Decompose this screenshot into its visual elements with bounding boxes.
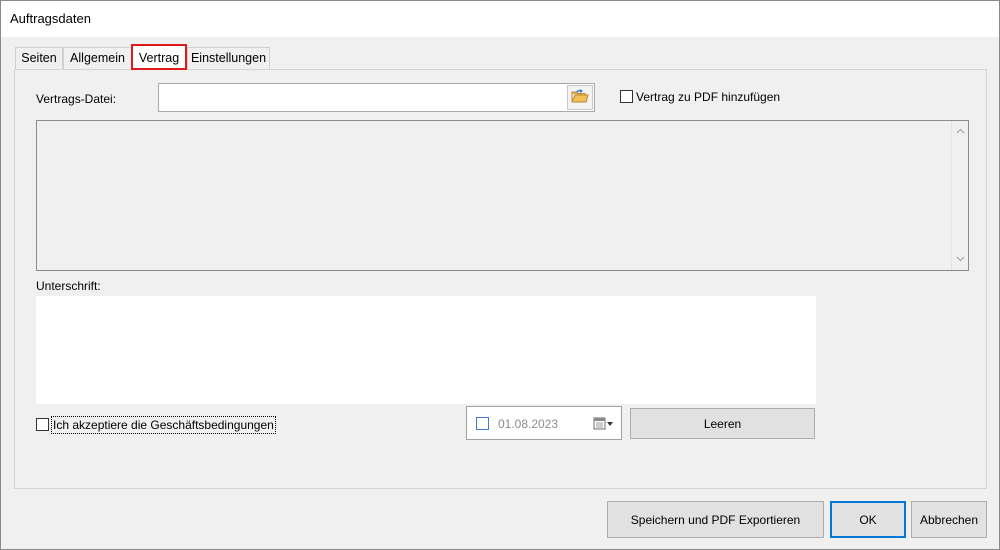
cancel-button[interactable]: Abbrechen	[911, 501, 987, 538]
scroll-down-icon[interactable]	[952, 251, 969, 268]
signature-label: Unterschrift:	[36, 279, 101, 293]
contract-file-label: Vertrags-Datei:	[36, 92, 117, 106]
date-value: 01.08.2023	[498, 417, 559, 431]
save-and-export-pdf-button[interactable]: Speichern und PDF Exportieren	[607, 501, 824, 538]
add-to-pdf-label[interactable]: Vertrag zu PDF hinzufügen	[636, 90, 780, 104]
dialog-window: Auftragsdaten Seiten Allgemein Vertrag E…	[0, 0, 1000, 550]
add-to-pdf-checkbox[interactable]	[620, 90, 633, 103]
accept-terms-label[interactable]: Ich akzeptiere die Geschäftsbedingungen	[51, 416, 276, 434]
signature-date-picker[interactable]: 01.08.2023	[466, 406, 622, 440]
open-folder-icon	[571, 88, 589, 107]
date-enabled-checkbox[interactable]	[476, 417, 489, 430]
tab-seiten[interactable]: Seiten	[15, 47, 63, 69]
tab-allgemein[interactable]: Allgemein	[63, 47, 132, 69]
vertical-scrollbar[interactable]	[951, 121, 968, 270]
contract-file-input[interactable]	[158, 83, 595, 112]
browse-file-button[interactable]	[567, 85, 593, 110]
window-title: Auftragsdaten	[10, 11, 91, 26]
signature-pad[interactable]	[36, 296, 816, 404]
scroll-up-icon[interactable]	[952, 123, 969, 140]
tab-einstellungen[interactable]: Einstellungen	[187, 47, 270, 69]
contract-preview-area	[36, 120, 969, 271]
accept-terms-checkbox[interactable]	[36, 418, 49, 431]
ok-button[interactable]: OK	[830, 501, 906, 538]
clear-signature-button[interactable]: Leeren	[630, 408, 815, 439]
title-bar: Auftragsdaten	[1, 1, 999, 37]
tab-vertrag[interactable]: Vertrag	[131, 44, 187, 70]
calendar-dropdown-icon[interactable]	[593, 416, 615, 431]
